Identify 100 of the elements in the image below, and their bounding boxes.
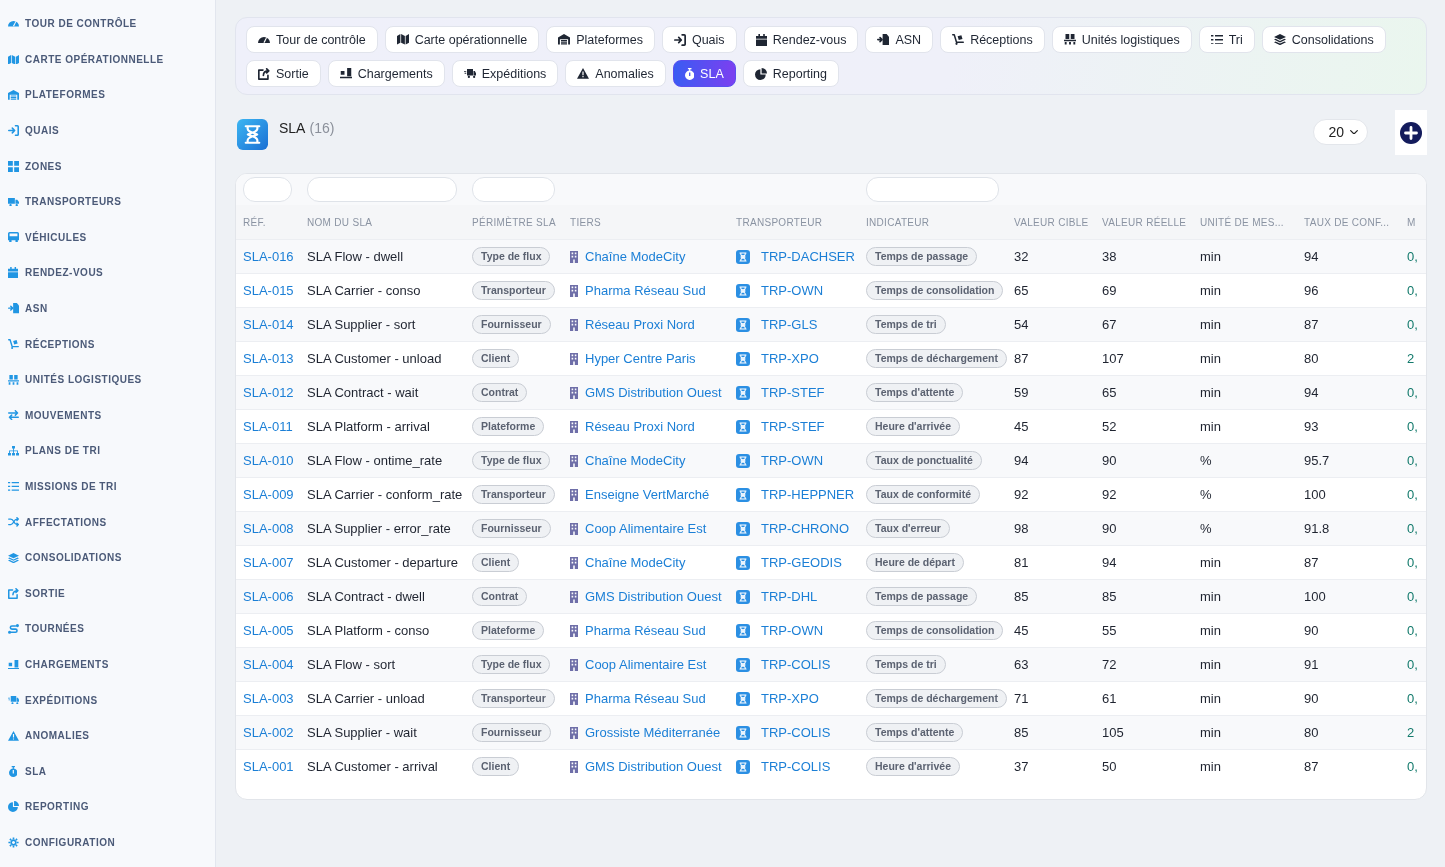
sidebar-item[interactable]: EXPÉDITIONS <box>0 682 215 718</box>
route-icon <box>7 624 19 634</box>
sidebar-item[interactable]: TOURNÉES <box>0 611 215 647</box>
file-import-icon <box>7 303 19 314</box>
sidebar-item[interactable]: CONSOLIDATIONS <box>0 539 215 576</box>
table-cell: min <box>1200 307 1304 342</box>
filter-field[interactable] <box>307 177 457 202</box>
hierarchy-icon <box>7 446 19 456</box>
bus-icon <box>7 232 19 243</box>
sidebar-item[interactable]: PLANS DE TRI <box>0 433 215 469</box>
building-icon <box>570 590 578 603</box>
tab[interactable]: ASN <box>865 26 934 53</box>
indicator-tag: Temps de consolidation <box>866 281 1004 300</box>
tiers-link[interactable]: Chaîne ModeCity <box>585 555 686 570</box>
ref-link[interactable]: SLA-003 <box>243 691 294 706</box>
ref-link[interactable]: SLA-009 <box>243 487 294 502</box>
filter-field[interactable] <box>472 177 555 202</box>
fast-truck-icon <box>7 695 19 705</box>
tab[interactable]: Tour de contrôle <box>246 26 378 53</box>
carrier-link[interactable]: TRP-GLS <box>761 317 818 332</box>
table-cell: 59 <box>1014 375 1102 410</box>
sidebar-item[interactable]: CARTE OPÉRATIONNELLE <box>0 41 215 78</box>
tab[interactable]: Carte opérationnelle <box>384 26 540 53</box>
sidebar-item[interactable]: VÉHICULES <box>0 219 215 256</box>
sidebar-item[interactable]: SORTIE <box>0 575 215 612</box>
sidebar-item[interactable]: QUAIS <box>0 112 215 149</box>
table-cell: 105 <box>1102 715 1200 750</box>
tab[interactable]: Expéditions <box>451 60 559 87</box>
map-icon <box>396 34 409 45</box>
filter-field[interactable] <box>243 177 292 202</box>
ref-link[interactable]: SLA-011 <box>243 419 293 434</box>
stopwatch-icon <box>8 765 18 777</box>
sign-in-icon <box>7 125 19 137</box>
carrier-link[interactable]: TRP-DHL <box>761 589 818 604</box>
sidebar-item[interactable]: PLATEFORMES <box>0 77 215 113</box>
carrier-link[interactable]: TRP-XPO <box>761 351 819 366</box>
sidebar-item[interactable]: RÉCEPTIONS <box>0 326 215 362</box>
carrier-link[interactable]: TRP-GEODIS <box>761 555 842 570</box>
table-cell: % <box>1200 443 1304 478</box>
tab[interactable]: Plateformes <box>546 26 655 53</box>
tab[interactable]: SLA <box>672 60 736 87</box>
table-cell: 0, <box>1407 375 1426 410</box>
sidebar-item[interactable]: UNITÉS LOGISTIQUES <box>0 361 215 398</box>
ref-link[interactable]: SLA-013 <box>243 351 294 366</box>
hourglass-icon <box>736 691 750 706</box>
sidebar-item[interactable]: MISSIONS DE TRI <box>0 468 215 505</box>
sidebar-item[interactable]: ASN <box>0 290 215 327</box>
ref-link[interactable]: SLA-001 <box>243 759 294 774</box>
sidebar-item[interactable]: REPORTING <box>0 789 215 825</box>
sidebar-item[interactable]: TOUR DE CONTRÔLE <box>0 6 215 42</box>
ref-link[interactable]: SLA-005 <box>243 623 294 638</box>
table-cell: 87 <box>1304 307 1407 342</box>
table-cell: SLA Contract - wait <box>307 375 472 410</box>
table-cell: 80 <box>1304 715 1407 750</box>
sidebar-item[interactable]: CONFIGURATION <box>0 824 215 861</box>
scope-tag: Type de flux <box>472 247 551 266</box>
list-icon <box>1210 34 1223 45</box>
tab[interactable]: Quais <box>661 26 737 53</box>
tab[interactable]: Réceptions <box>940 26 1045 53</box>
tab[interactable]: Unités logistiques <box>1051 26 1192 53</box>
sidebar-item[interactable]: MOUVEMENTS <box>0 397 215 434</box>
sidebar-item[interactable]: CHARGEMENTS <box>0 646 215 683</box>
sidebar-item[interactable]: TRANSPORTEURS <box>0 183 215 220</box>
tiers-link[interactable]: Pharma Réseau Sud <box>585 623 706 638</box>
tab[interactable]: Tri <box>1198 26 1255 53</box>
sidebar-item[interactable]: ZONES <box>0 148 215 184</box>
table-cell: min <box>1200 239 1304 274</box>
tiers-link[interactable]: Pharma Réseau Sud <box>585 691 706 706</box>
tab[interactable]: Anomalies <box>565 60 666 87</box>
ref-link[interactable]: SLA-015 <box>243 283 294 298</box>
sidebar-item[interactable]: RENDEZ-VOUS <box>0 255 215 291</box>
carrier-link[interactable]: TRP-OWN <box>761 283 824 298</box>
ref-link[interactable]: SLA-007 <box>243 555 294 570</box>
carrier-link[interactable]: TRP-HEPPNER <box>761 487 855 502</box>
carrier-link[interactable]: TRP-STEF <box>761 419 825 434</box>
tab[interactable]: Reporting <box>742 60 839 87</box>
add-button[interactable] <box>1395 110 1427 155</box>
page-size-select[interactable]: 20 <box>1313 119 1368 145</box>
tab[interactable]: Chargements <box>327 60 445 87</box>
hourglass-icon <box>736 419 750 434</box>
building-icon <box>570 352 578 365</box>
building-icon <box>570 386 578 399</box>
tiers-link[interactable]: Hyper Centre Paris <box>585 351 696 366</box>
tab[interactable]: Sortie <box>246 60 321 87</box>
tiers-link[interactable]: GMS Distribution Ouest <box>585 759 722 774</box>
warning-icon <box>577 68 590 79</box>
sidebar-item[interactable]: SLA <box>0 753 215 790</box>
table-cell: 63 <box>1014 647 1102 682</box>
tab[interactable]: Rendez-vous <box>743 26 859 53</box>
carrier-link[interactable]: TRP-OWN <box>761 623 824 638</box>
carrier-link[interactable]: TRP-COLIS <box>761 759 831 774</box>
tiers-link[interactable]: Enseigne VertMarché <box>585 487 710 502</box>
filter-field[interactable] <box>866 177 999 202</box>
table-cell: 0, <box>1407 579 1426 614</box>
carrier-link[interactable]: TRP-XPO <box>761 691 819 706</box>
sidebar-item[interactable]: AFFECTATIONS <box>0 504 215 540</box>
tiers-link[interactable]: Réseau Proxi Nord <box>585 419 695 434</box>
tab[interactable]: Consolidations <box>1261 26 1386 53</box>
sidebar-item[interactable]: ANOMALIES <box>0 717 215 754</box>
tiers-link[interactable]: Pharma Réseau Sud <box>585 283 706 298</box>
